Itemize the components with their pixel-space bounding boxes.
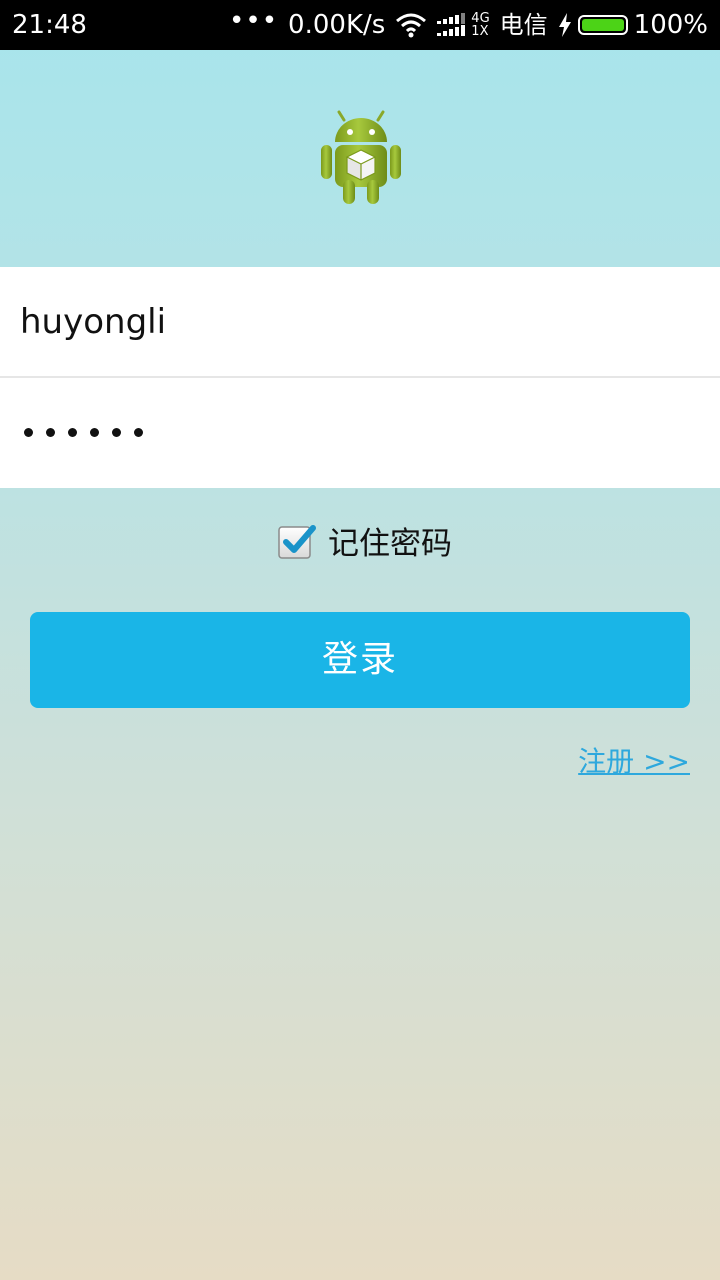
carrier-name: 电信 [499, 11, 548, 39]
password-dot [112, 428, 121, 437]
network-type: 4G 1X [471, 12, 489, 38]
register-link[interactable]: 注册 >> [578, 740, 690, 780]
network-speed: 0.00K/s [288, 10, 386, 40]
more-notifications-icon: ••• [229, 6, 279, 36]
status-indicators: ••• 0.00K/s 4G 1X 电信 100% [219, 0, 708, 50]
android-icon [318, 110, 404, 208]
login-button[interactable]: 登录 [30, 612, 690, 708]
password-dot [46, 428, 55, 437]
password-dot [134, 428, 143, 437]
password-mask [24, 418, 156, 437]
password-dot [90, 428, 99, 437]
network-type-bottom: 1X [471, 24, 489, 39]
status-bar: 21:48 ••• 0.00K/s 4G 1X 电信 100% [0, 0, 720, 50]
password-dot [68, 428, 77, 437]
battery-percent: 100% [633, 10, 708, 40]
remember-password-option[interactable]: 记住密码 [278, 518, 452, 562]
wifi-icon [395, 12, 427, 38]
battery-icon [577, 15, 628, 35]
battery-fill [581, 19, 624, 31]
username-input[interactable] [0, 267, 680, 377]
username-field-container [0, 267, 720, 377]
charging-icon [558, 13, 572, 37]
remember-password-checkbox[interactable] [278, 523, 316, 559]
password-field[interactable] [0, 378, 720, 488]
signal-icon [437, 13, 467, 37]
status-time: 21:48 [12, 10, 87, 40]
password-dot [24, 428, 33, 437]
remember-password-label: 记住密码 [328, 525, 452, 562]
